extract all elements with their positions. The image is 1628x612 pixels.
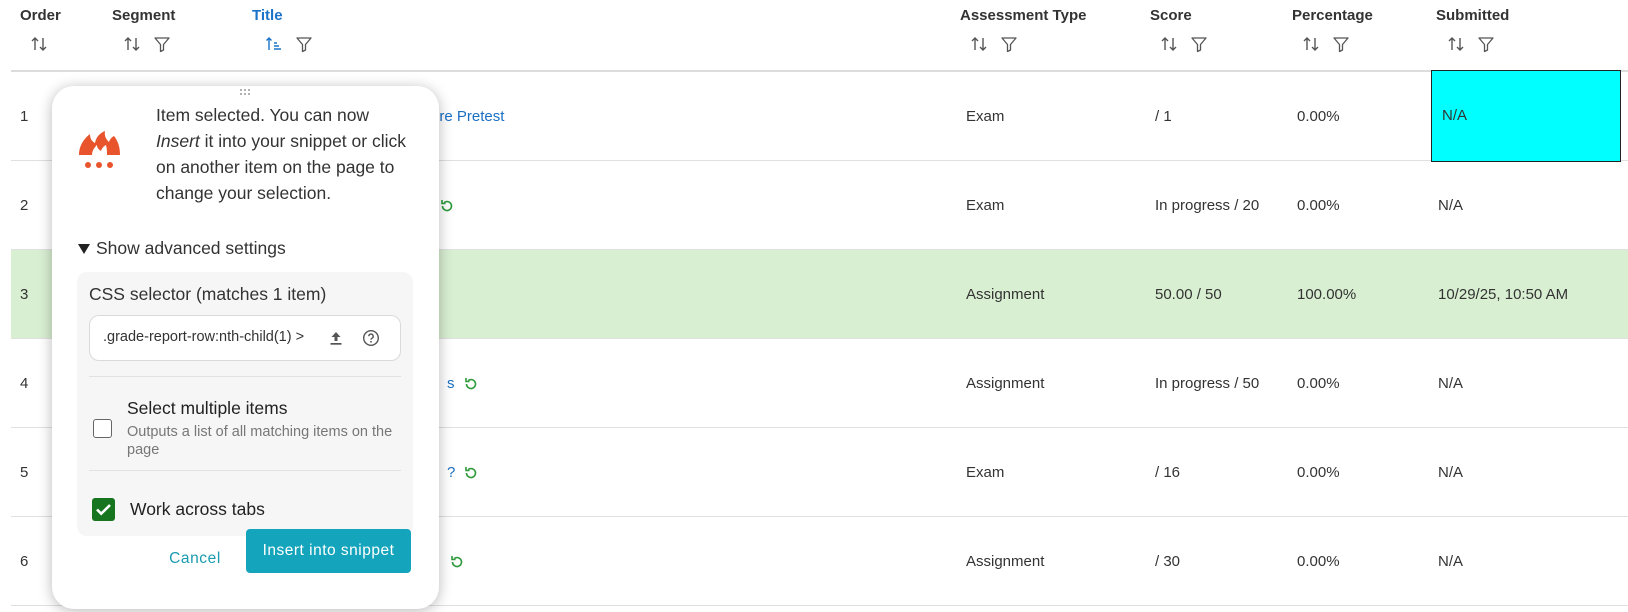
advanced-settings-panel: CSS selector (matches 1 item) Select mul… (77, 272, 413, 536)
column-label-score: Score (1150, 7, 1192, 24)
refresh-icon[interactable] (449, 554, 465, 570)
work-across-tabs-checkbox[interactable] (92, 498, 115, 521)
column-label-segment: Segment (112, 7, 176, 24)
cell-title-link[interactable]: s (447, 375, 455, 392)
column-score: Score (1150, 7, 1207, 53)
cell-title[interactable]: s (447, 339, 479, 428)
cell-score: / 16 (1155, 464, 1181, 481)
cancel-button[interactable]: Cancel (149, 544, 241, 574)
cell-submitted: N/A (1438, 375, 1464, 392)
cell-percentage: 0.00% (1297, 464, 1340, 481)
sort-arrows-icon[interactable] (1447, 35, 1465, 53)
upload-icon[interactable] (328, 330, 344, 346)
cell-submitted: N/A (1442, 107, 1468, 124)
sort-arrows-icon[interactable] (970, 35, 988, 53)
filter-icon[interactable] (153, 35, 171, 53)
advanced-settings-toggle[interactable]: Show advanced settings (78, 238, 286, 259)
cell-score: 50.00 / 50 (1155, 286, 1222, 303)
divider (89, 470, 401, 471)
cell-title[interactable]: ? (447, 428, 479, 517)
css-selector-label: CSS selector (matches 1 item) (89, 284, 327, 304)
css-selector-field[interactable] (89, 315, 401, 361)
cell-percentage: 0.00% (1297, 553, 1340, 570)
drag-handle-icon[interactable] (239, 88, 251, 96)
cell-percentage: 0.00% (1297, 375, 1340, 392)
cell-assessment-type: Exam (966, 108, 1005, 125)
checkmark-icon (96, 504, 111, 516)
cell-assessment-type: Assignment (966, 375, 1045, 392)
select-multiple-label: Select multiple items (127, 398, 288, 418)
cell-score: In progress / 50 (1155, 375, 1260, 392)
sort-arrows-icon[interactable] (1302, 35, 1320, 53)
column-label-percentage: Percentage (1292, 7, 1373, 24)
cell-assessment-type: Assignment (966, 553, 1045, 570)
help-icon[interactable] (362, 329, 380, 347)
cell-percentage: 100.00% (1297, 286, 1357, 303)
column-label-order: Order (20, 7, 61, 24)
cell-title-link[interactable]: ure Pretest (431, 72, 504, 161)
column-percentage: Percentage (1292, 7, 1373, 53)
column-label-title[interactable]: Title (252, 7, 283, 24)
cell-order: 5 (20, 464, 29, 481)
cell-percentage: 0.00% (1297, 108, 1340, 125)
column-order: Order (20, 7, 61, 51)
cell-assessment-type: Assignment (966, 286, 1045, 303)
cell-order: 3 (20, 286, 29, 303)
selection-message: Item selected. You can now Insert it int… (156, 102, 416, 206)
cell-order: 4 (20, 375, 29, 392)
sort-ascending-icon[interactable] (265, 35, 283, 53)
select-multiple-description: Outputs a list of all matching items on … (127, 424, 393, 458)
advanced-settings-label: Show advanced settings (96, 238, 286, 258)
refresh-icon[interactable] (463, 376, 479, 392)
select-multiple-checkbox[interactable] (93, 419, 112, 438)
cell-order: 1 (20, 108, 29, 125)
refresh-icon[interactable] (439, 198, 455, 214)
cell-title-link[interactable]: ? (447, 464, 455, 481)
cell-score: In progress / 20 (1155, 197, 1260, 214)
cell-score: / 30 (1155, 553, 1181, 570)
cell-submitted: N/A (1438, 197, 1464, 214)
cell-submitted: N/A (1438, 553, 1464, 570)
cell-submitted: N/A (1438, 464, 1464, 481)
refresh-icon[interactable] (463, 465, 479, 481)
snippet-item-picker-popup: Item selected. You can now Insert it int… (52, 86, 439, 609)
sort-arrows-icon[interactable] (123, 35, 141, 53)
message-text: Item selected. You can now (156, 105, 370, 125)
cell-title[interactable] (441, 517, 465, 606)
cell-assessment-type: Exam (966, 464, 1005, 481)
cell-assessment-type: Exam (966, 197, 1005, 214)
filter-icon[interactable] (1477, 35, 1495, 53)
message-emphasis: Insert (156, 131, 200, 151)
cell-order: 6 (20, 553, 29, 570)
divider (89, 376, 401, 377)
insert-into-snippet-button[interactable]: Insert into snippet (246, 529, 411, 573)
sort-arrows-icon[interactable] (1160, 35, 1178, 53)
table-header: Order Segment Title Assessment Type Scor… (0, 0, 1628, 70)
column-label-assessment-type: Assessment Type (960, 7, 1087, 24)
cell-order: 2 (20, 197, 29, 214)
cell-percentage: 0.00% (1297, 197, 1340, 214)
column-title: Title (252, 7, 312, 53)
filter-icon[interactable] (295, 35, 313, 53)
column-assessment-type: Assessment Type (960, 7, 1087, 53)
sort-arrows-icon[interactable] (30, 35, 48, 53)
column-label-submitted: Submitted (1436, 7, 1510, 24)
work-across-tabs-label: Work across tabs (130, 499, 265, 519)
cell-submitted: 10/29/25, 10:50 AM (1438, 286, 1569, 303)
triangle-down-icon (78, 243, 90, 254)
selected-element-highlight[interactable]: N/A (1431, 70, 1621, 162)
cell-score: / 1 (1155, 108, 1172, 125)
filter-icon[interactable] (1332, 35, 1350, 53)
column-submitted: Submitted (1436, 7, 1510, 53)
css-selector-input[interactable] (103, 329, 323, 345)
filter-icon[interactable] (1000, 35, 1018, 53)
filter-icon[interactable] (1190, 35, 1208, 53)
column-segment: Segment (112, 7, 176, 53)
flame-logo-icon (79, 131, 120, 168)
